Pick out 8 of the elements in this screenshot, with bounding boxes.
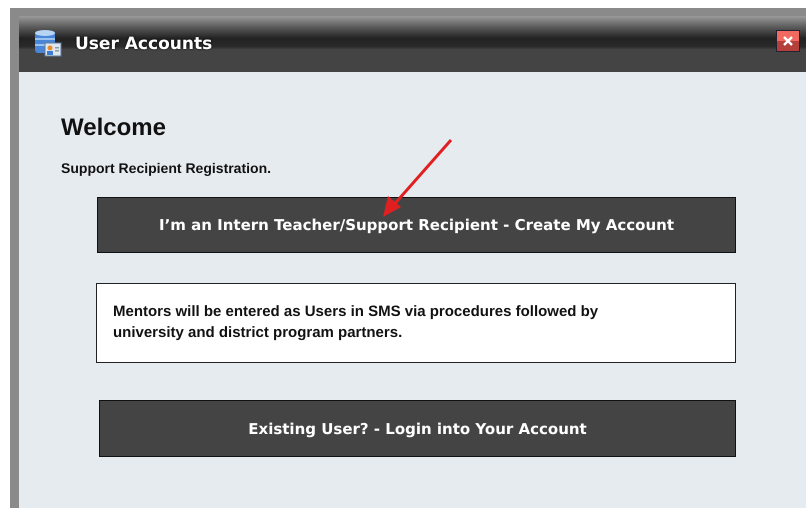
notice-box: Mentors will be entered as Users in SMS via procedures followed by university and district program partners. (96, 283, 736, 363)
create-account-button[interactable]: I’m an Intern Teacher/Support Recipient - Create My Account (97, 197, 736, 253)
subtitle: Support Recipient Registration. (61, 160, 272, 176)
close-icon (782, 35, 794, 47)
welcome-heading: Welcome (61, 114, 167, 142)
close-button[interactable] (776, 30, 800, 52)
login-button[interactable]: Existing User? - Login into Your Account (99, 400, 736, 457)
window-title: User Accounts (75, 34, 212, 54)
